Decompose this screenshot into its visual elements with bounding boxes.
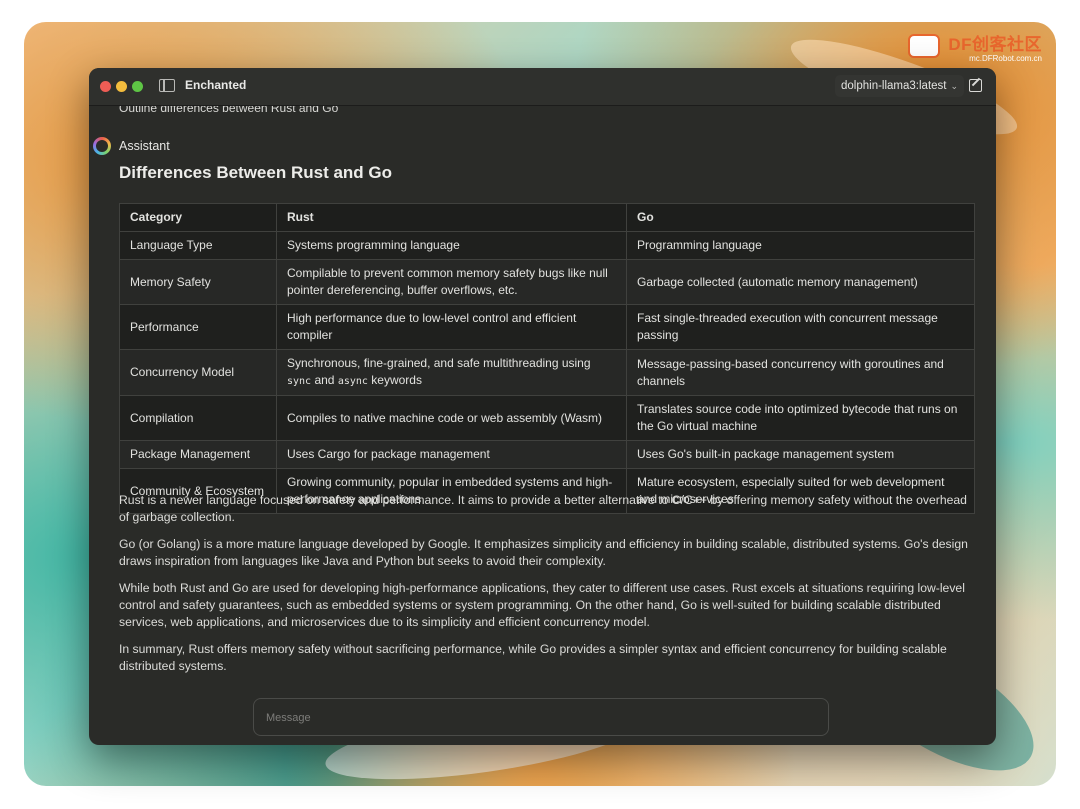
table-cell: Compilation — [119, 395, 277, 441]
watermark-brand: DF创客社区 — [948, 35, 1042, 54]
table-cell: Compilable to prevent common memory safe… — [276, 259, 627, 305]
answer-paragraph: Rust is a newer language focused on safe… — [119, 493, 967, 525]
table-cell: Concurrency Model — [119, 349, 277, 396]
table-cell: Systems programming language — [276, 231, 627, 260]
cell-text: Synchronous, fine-grained, and safe mult… — [287, 356, 591, 370]
table-cell: Translates source code into optimized by… — [626, 395, 975, 441]
model-selector[interactable]: dolphin-llama3:latest ⌄ — [835, 75, 965, 97]
chat-transcript[interactable]: Outline differences between Rust and Go … — [89, 106, 996, 745]
watermark: DF创客社区 mc.DFRobot.com.cn — [908, 30, 1042, 63]
column-header-rust: Rust — [276, 203, 627, 232]
table-cell: Language Type — [119, 231, 277, 260]
cell-text: keywords — [371, 373, 422, 387]
sidebar-toggle-icon[interactable] — [159, 79, 175, 92]
user-message: Outline differences between Rust and Go — [119, 106, 339, 115]
comparison-table: Category Rust Go Language Type Systems p… — [119, 203, 975, 514]
table-cell: Programming language — [626, 231, 975, 260]
answer-heading: Differences Between Rust and Go — [119, 163, 393, 182]
title-bar: Enchanted dolphin-llama3:latest ⌄ — [89, 68, 996, 106]
message-input[interactable] — [264, 708, 818, 728]
model-selector-label: dolphin-llama3:latest — [841, 80, 947, 92]
table-row: Compilation Compiles to native machine c… — [119, 395, 975, 441]
answer-paragraph: Go (or Golang) is a more mature language… — [119, 536, 968, 569]
answer-paragraph: In summary, Rust offers memory safety wi… — [119, 641, 947, 674]
cell-text: and — [314, 373, 335, 387]
column-header-category: Category — [119, 203, 277, 232]
table-header-row: Category Rust Go — [119, 203, 975, 232]
app-window: Enchanted dolphin-llama3:latest ⌄ Outline… — [89, 68, 996, 745]
minimize-window-button[interactable] — [116, 81, 127, 92]
table-cell: Fast single-threaded execution with conc… — [626, 304, 975, 350]
assistant-avatar-icon — [93, 137, 111, 155]
inline-code: async — [337, 376, 368, 387]
table-cell: Garbage collected (automatic memory mana… — [626, 259, 975, 305]
table-cell: Uses Cargo for package management — [276, 440, 627, 469]
app-title: Enchanted — [185, 78, 247, 92]
assistant-label: Assistant — [119, 139, 170, 153]
table-cell: Compiles to native machine code or web a… — [276, 395, 627, 441]
table-cell: High performance due to low-level contro… — [276, 304, 627, 350]
column-header-go: Go — [626, 203, 975, 232]
table-cell: Uses Go's built-in package management sy… — [626, 440, 975, 469]
table-cell: Package Management — [119, 440, 277, 469]
table-row: Concurrency Model Synchronous, fine-grai… — [119, 349, 975, 396]
zoom-window-button[interactable] — [132, 81, 143, 92]
table-cell-concurrency: Synchronous, fine-grained, and safe mult… — [276, 349, 627, 396]
answer-paragraph: While both Rust and Go are used for deve… — [119, 580, 965, 630]
new-chat-compose-icon[interactable] — [969, 79, 982, 92]
table-cell: Message-passing-based concurrency with g… — [626, 349, 975, 396]
message-input-box[interactable] — [253, 698, 829, 736]
table-cell: Performance — [119, 304, 277, 350]
table-row: Performance High performance due to low-… — [119, 304, 975, 350]
table-cell: Memory Safety — [119, 259, 277, 305]
table-row: Package Management Uses Cargo for packag… — [119, 440, 975, 469]
answer-body: Rust is a newer language focused on safe… — [119, 492, 977, 685]
inline-code: sync — [287, 376, 312, 387]
chevron-down-icon: ⌄ — [950, 81, 959, 91]
table-row: Memory Safety Compilable to prevent comm… — [119, 259, 975, 305]
robot-logo-icon — [908, 34, 941, 58]
table-row: Language Type Systems programming langua… — [119, 231, 975, 260]
watermark-url: mc.DFRobot.com.cn — [969, 54, 1042, 63]
close-window-button[interactable] — [100, 81, 111, 92]
